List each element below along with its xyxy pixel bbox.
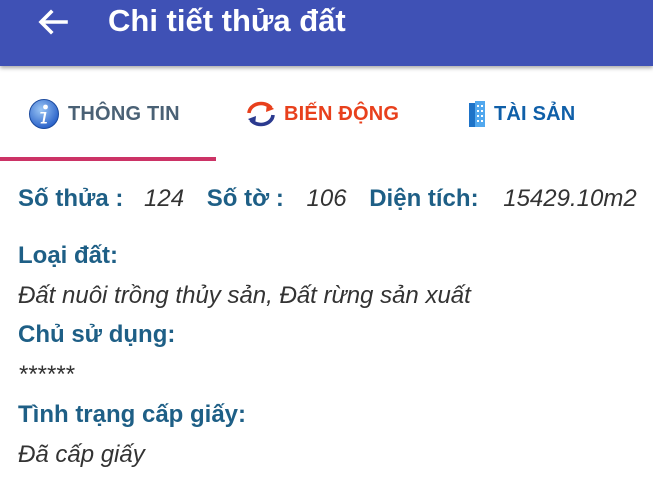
- chu-su-dung-label: Chủ sử dụng:: [18, 321, 176, 348]
- tab-thong-tin[interactable]: THÔNG TIN: [28, 96, 180, 132]
- tab-tai-san[interactable]: TÀI SẢN: [466, 96, 575, 132]
- loai-dat-value: Đất nuôi trồng thủy sản, Đất rừng sản xu…: [18, 282, 471, 309]
- dien-tich-label: Diện tích:: [369, 185, 479, 212]
- tab-label: THÔNG TIN: [68, 102, 180, 125]
- tinh-trang-cap-giay-value: Đã cấp giấy: [18, 441, 145, 468]
- tab-label: TÀI SẢN: [494, 102, 576, 125]
- loai-dat-label: Loại đất:: [18, 242, 118, 269]
- tab-bien-dong[interactable]: BIẾN ĐỘNG: [244, 96, 399, 132]
- chu-su-dung-value: ******: [18, 361, 75, 388]
- tinh-trang-cap-giay-label: Tình trạng cấp giấy:: [18, 401, 247, 428]
- active-tab-indicator: [0, 157, 216, 161]
- arrow-left-icon: [38, 9, 68, 35]
- refresh-icon: [247, 101, 275, 127]
- parcel-summary-row: Số thửa : 124 Số tờ : 106 Diện tích: 154…: [18, 184, 637, 214]
- page-title: Chi tiết thửa đất: [108, 3, 346, 38]
- tab-bar: THÔNG TIN BIẾN ĐỘNG TÀI SẢN: [0, 66, 653, 162]
- building-icon: [469, 101, 485, 127]
- app-bar: Chi tiết thửa đất: [0, 0, 653, 66]
- so-thua-label: Số thửa :: [18, 185, 124, 212]
- so-thua-value: 124: [144, 185, 185, 212]
- dien-tich-value: 15429.10m2: [503, 185, 637, 212]
- back-button[interactable]: [28, 4, 76, 40]
- so-to-value: 106: [306, 185, 347, 212]
- so-to-label: Số tờ :: [206, 185, 284, 212]
- tab-label: BIẾN ĐỘNG: [284, 102, 400, 125]
- info-icon: [29, 99, 59, 129]
